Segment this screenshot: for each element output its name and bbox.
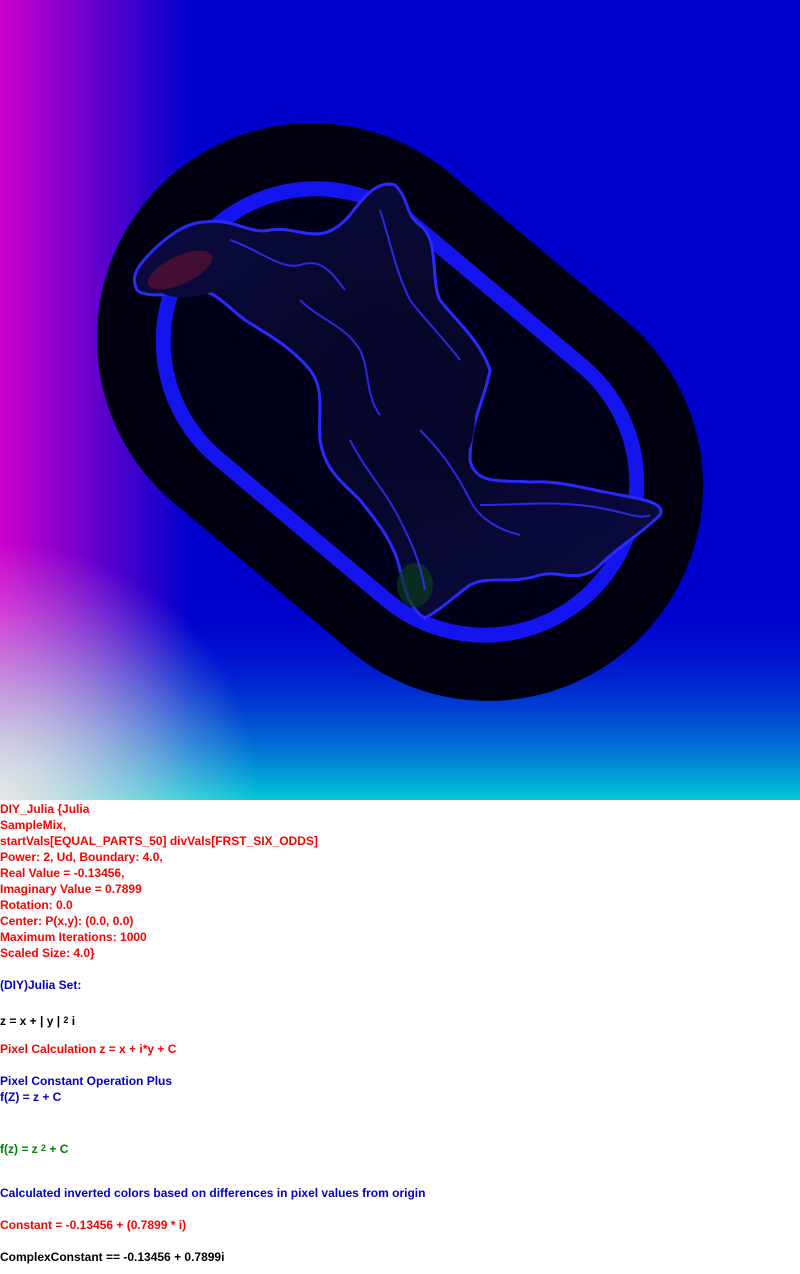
operation-title: Pixel Constant Operation Plus [0, 1074, 173, 1088]
operation-formula: f(Z) = z + C [0, 1090, 62, 1104]
param-line: DIY_Julia {Julia [0, 802, 90, 816]
param-line: Power: 2, Ud, Boundary: 4.0, [0, 850, 163, 864]
param-line: SampleMix, [0, 818, 67, 832]
complex-constant-line: ComplexConstant == -0.13456 + 0.7899i [0, 1250, 225, 1264]
fz-formula: f(z) = z 2 + C [0, 1141, 800, 1157]
fz-formula-exponent: 2 [41, 1143, 47, 1153]
pixel-calculation: Pixel Calculation z = x + i*y + C [0, 1042, 177, 1056]
param-line: Real Value = -0.13456, [0, 866, 125, 880]
fractal-info-panel: DIY_Julia {Julia SampleMix, startVals[EQ… [0, 801, 800, 1265]
param-line: Rotation: 0.0 [0, 898, 73, 912]
z-formula-exponent: 2 [63, 1015, 69, 1025]
param-line: Center: P(x,y): (0.0, 0.0) [0, 914, 134, 928]
fz-formula-suffix: + C [46, 1142, 69, 1156]
formula-title: (DIY)Julia Set: [0, 978, 82, 992]
param-line: startVals[EQUAL_PARTS_50] divVals[FRST_S… [0, 834, 318, 848]
z-formula-suffix: i [68, 1014, 76, 1028]
fractal-lobe-green-hint [397, 563, 433, 607]
param-line: Imaginary Value = 0.7899 [0, 882, 142, 896]
constant-line: Constant = -0.13456 + (0.7899 * i) [0, 1218, 187, 1232]
colors-note: Calculated inverted colors based on diff… [0, 1186, 426, 1200]
fz-formula-prefix: f(z) = z [0, 1142, 41, 1156]
param-line: Scaled Size: 4.0} [0, 946, 95, 960]
param-line: Maximum Iterations: 1000 [0, 930, 147, 944]
julia-fractal-overlay [96, 123, 704, 701]
z-formula: z = x + | y | 2 i [0, 1013, 800, 1029]
z-formula-prefix: z = x + | y | [0, 1014, 64, 1028]
